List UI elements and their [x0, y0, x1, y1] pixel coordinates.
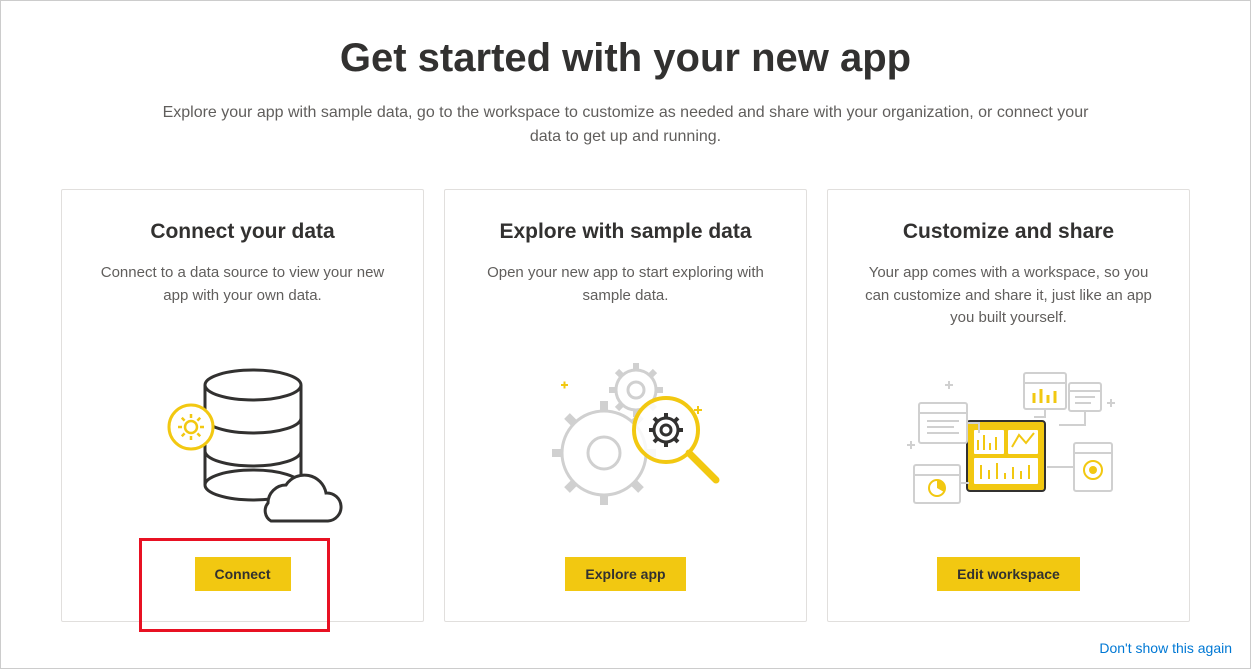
- card-customize-share: Customize and share Your app comes with …: [827, 189, 1190, 622]
- dont-show-again-link[interactable]: Don't show this again: [1099, 640, 1232, 656]
- page-title: Get started with your new app: [61, 36, 1190, 81]
- card-title: Customize and share: [903, 220, 1114, 244]
- card-description: Connect to a data source to view your ne…: [92, 262, 393, 332]
- page-subtitle: Explore your app with sample data, go to…: [156, 101, 1096, 149]
- card-description: Open your new app to start exploring wit…: [475, 262, 776, 332]
- explore-app-button[interactable]: Explore app: [565, 557, 685, 591]
- database-cloud-icon: [92, 352, 393, 527]
- cards-row: Connect your data Connect to a data sour…: [61, 189, 1190, 622]
- card-title: Explore with sample data: [499, 220, 751, 244]
- card-description: Your app comes with a workspace, so you …: [858, 262, 1159, 332]
- card-explore-sample: Explore with sample data Open your new a…: [444, 189, 807, 622]
- gears-magnifier-icon: [475, 352, 776, 527]
- edit-workspace-button[interactable]: Edit workspace: [937, 557, 1080, 591]
- workspace-dashboard-icon: [858, 352, 1159, 527]
- card-connect-data: Connect your data Connect to a data sour…: [61, 189, 424, 622]
- connect-button[interactable]: Connect: [195, 557, 291, 591]
- card-title: Connect your data: [150, 220, 334, 244]
